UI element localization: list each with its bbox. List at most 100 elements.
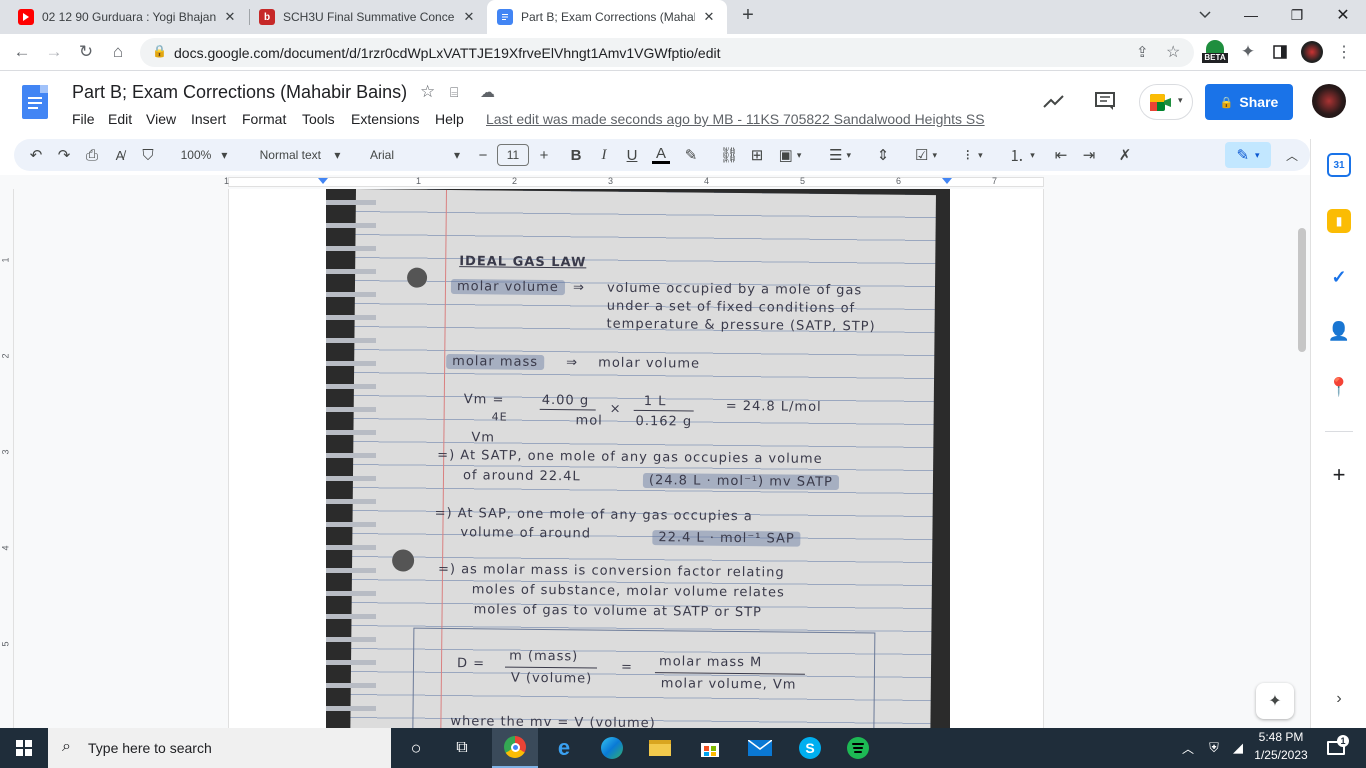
highlight-color-icon[interactable]: ✎ bbox=[679, 142, 703, 168]
right-indent-marker[interactable] bbox=[942, 178, 952, 184]
file-explorer-icon[interactable] bbox=[644, 732, 676, 764]
cortana-icon[interactable]: ○ bbox=[400, 732, 432, 764]
editing-mode-button[interactable]: ✎ ▾ bbox=[1225, 142, 1271, 168]
menu-insert[interactable]: Insert bbox=[191, 111, 226, 127]
font-size-input[interactable]: 11 bbox=[497, 144, 529, 166]
underline-icon[interactable]: U bbox=[621, 142, 643, 168]
google-tasks-icon[interactable]: ✓ bbox=[1327, 265, 1351, 289]
zoom-select[interactable]: 100% ▾ bbox=[174, 142, 234, 168]
formula-box bbox=[412, 627, 876, 728]
google-calendar-icon[interactable]: 31 bbox=[1327, 153, 1351, 177]
menu-extensions[interactable]: Extensions bbox=[351, 111, 419, 127]
font-size-decrease-button[interactable]: − bbox=[472, 142, 494, 168]
extension-beta-icon[interactable]: BETA bbox=[1202, 40, 1228, 66]
share-page-icon[interactable]: ⇪ bbox=[1136, 43, 1149, 61]
google-keep-icon[interactable]: ▮ bbox=[1327, 209, 1351, 233]
side-panel-icon[interactable] bbox=[1268, 40, 1292, 64]
text-color-icon[interactable]: A bbox=[649, 142, 673, 168]
comments-icon[interactable] bbox=[1094, 91, 1120, 113]
google-maps-icon[interactable]: 📍 bbox=[1327, 375, 1351, 399]
left-indent-marker[interactable] bbox=[318, 178, 328, 184]
microsoft-store-icon[interactable] bbox=[694, 732, 726, 764]
last-edit-link[interactable]: Last edit was made seconds ago by MB - 1… bbox=[486, 111, 985, 127]
explore-sparkle-icon[interactable]: ✦ bbox=[1256, 683, 1294, 719]
get-add-ons-plus-icon[interactable]: + bbox=[1327, 462, 1351, 487]
edge-icon[interactable] bbox=[596, 732, 628, 764]
style-select[interactable]: Normal text ▾ bbox=[250, 142, 350, 168]
forward-icon[interactable]: → bbox=[42, 40, 66, 64]
close-icon[interactable]: ✕ bbox=[701, 9, 717, 25]
font-select[interactable]: Arial ▾ bbox=[364, 142, 464, 168]
chevron-down-icon: ▾ bbox=[1178, 95, 1183, 105]
menu-help[interactable]: Help bbox=[435, 111, 464, 127]
activity-trend-icon[interactable] bbox=[1042, 91, 1068, 113]
notebook-photo[interactable]: IDEAL GAS LAW molar volume ⇒ volume occu… bbox=[326, 189, 950, 728]
line-spacing-icon[interactable]: ⇕ bbox=[871, 142, 895, 168]
move-folder-icon[interactable]: ⌸ bbox=[450, 84, 458, 101]
address-bar[interactable]: 🔒 docs.google.com/document/d/1rzr0cdWpLx… bbox=[140, 38, 1194, 67]
share-button[interactable]: 🔒 Share bbox=[1205, 84, 1293, 120]
italic-icon[interactable]: I bbox=[593, 142, 615, 168]
redo-icon[interactable]: ↷ bbox=[52, 142, 76, 168]
vertical-scrollbar-thumb[interactable] bbox=[1298, 228, 1306, 352]
checklist-icon[interactable]: ☑ ▾ bbox=[907, 142, 945, 168]
bookmark-star-icon[interactable]: ☆ bbox=[1166, 42, 1180, 62]
insert-link-icon[interactable]: ⛓ bbox=[717, 142, 741, 168]
minimize-button[interactable]: — bbox=[1228, 0, 1274, 30]
print-icon[interactable]: ⎙ bbox=[80, 142, 104, 168]
increase-indent-icon[interactable]: ⇥ bbox=[1077, 142, 1101, 168]
chevron-right-icon[interactable]: › bbox=[1327, 687, 1351, 711]
menu-file[interactable]: File bbox=[72, 111, 95, 127]
skype-icon[interactable]: S bbox=[794, 732, 826, 764]
tab-search-icon[interactable] bbox=[1182, 0, 1228, 30]
menu-edit[interactable]: Edit bbox=[108, 111, 132, 127]
undo-icon[interactable]: ↶ bbox=[24, 142, 48, 168]
bulleted-list-icon[interactable]: ⁝ ▾ bbox=[955, 142, 993, 168]
menu-format[interactable]: Format bbox=[242, 111, 286, 127]
reload-icon[interactable]: ↻ bbox=[74, 40, 98, 64]
menu-tools[interactable]: Tools bbox=[302, 111, 335, 127]
add-comment-icon[interactable]: ⊞ bbox=[745, 142, 769, 168]
close-icon[interactable]: ✕ bbox=[461, 9, 477, 25]
account-avatar[interactable] bbox=[1312, 84, 1346, 118]
internet-explorer-icon[interactable]: e bbox=[548, 732, 580, 764]
extensions-puzzle-icon[interactable]: ✦ bbox=[1236, 40, 1260, 64]
back-icon[interactable]: ← bbox=[10, 40, 34, 64]
browser-menu-icon[interactable]: ⋮ bbox=[1332, 40, 1356, 64]
bold-icon[interactable]: B bbox=[565, 142, 587, 168]
clock-date[interactable]: 1/25/2023 bbox=[1246, 748, 1316, 762]
new-tab-button[interactable]: + bbox=[733, 0, 763, 30]
tab-brightspace[interactable]: b SCH3U Final Summative Concept ✕ bbox=[249, 0, 487, 34]
decrease-indent-icon[interactable]: ⇤ bbox=[1049, 142, 1073, 168]
hide-menus-chevron-up-icon[interactable]: ︿ bbox=[1280, 142, 1304, 168]
restore-button[interactable]: ❐ bbox=[1274, 0, 1320, 30]
google-contacts-icon[interactable]: 👤 bbox=[1327, 319, 1351, 343]
align-icon[interactable]: ☰ ▾ bbox=[823, 142, 857, 168]
paint-format-icon[interactable]: ⛉ bbox=[136, 142, 160, 168]
clock-time[interactable]: 5:48 PM bbox=[1246, 730, 1316, 744]
profile-avatar[interactable] bbox=[1301, 41, 1323, 63]
mail-icon[interactable] bbox=[744, 732, 776, 764]
tab-youtube[interactable]: 02 12 90 Gurduara : Yogi Bhajan ✕ bbox=[8, 0, 248, 34]
task-view-icon[interactable]: ⧉ bbox=[446, 732, 478, 764]
insert-image-icon[interactable]: ▣ ▾ bbox=[773, 142, 807, 168]
chrome-taskbar-icon[interactable] bbox=[492, 728, 538, 768]
spellcheck-icon[interactable]: A̸ bbox=[108, 142, 132, 168]
spotify-icon[interactable] bbox=[842, 732, 874, 764]
close-window-button[interactable]: ✕ bbox=[1320, 0, 1366, 30]
numbered-list-icon[interactable]: ⒈ ▾ bbox=[1003, 142, 1041, 168]
document-title[interactable]: Part B; Exam Corrections (Mahabir Bains) bbox=[72, 82, 407, 103]
tab-google-docs[interactable]: Part B; Exam Corrections (Mahabir ✕ bbox=[487, 0, 727, 34]
docs-logo-icon[interactable] bbox=[22, 85, 48, 119]
menu-view[interactable]: View bbox=[146, 111, 176, 127]
notes-text: m (mass) bbox=[509, 648, 579, 665]
meet-button[interactable]: ▾ bbox=[1139, 84, 1193, 120]
windows-start-icon[interactable] bbox=[8, 732, 40, 764]
close-icon[interactable]: ✕ bbox=[222, 9, 238, 25]
notification-center-icon[interactable]: 1 bbox=[1320, 732, 1352, 764]
star-icon[interactable]: ☆ bbox=[420, 82, 435, 102]
taskbar-search-box[interactable]: ⌕ Type here to search bbox=[48, 728, 391, 768]
home-icon[interactable]: ⌂ bbox=[106, 40, 130, 64]
clear-formatting-icon[interactable]: ✗ bbox=[1113, 142, 1137, 168]
font-size-increase-button[interactable]: + bbox=[533, 142, 555, 168]
